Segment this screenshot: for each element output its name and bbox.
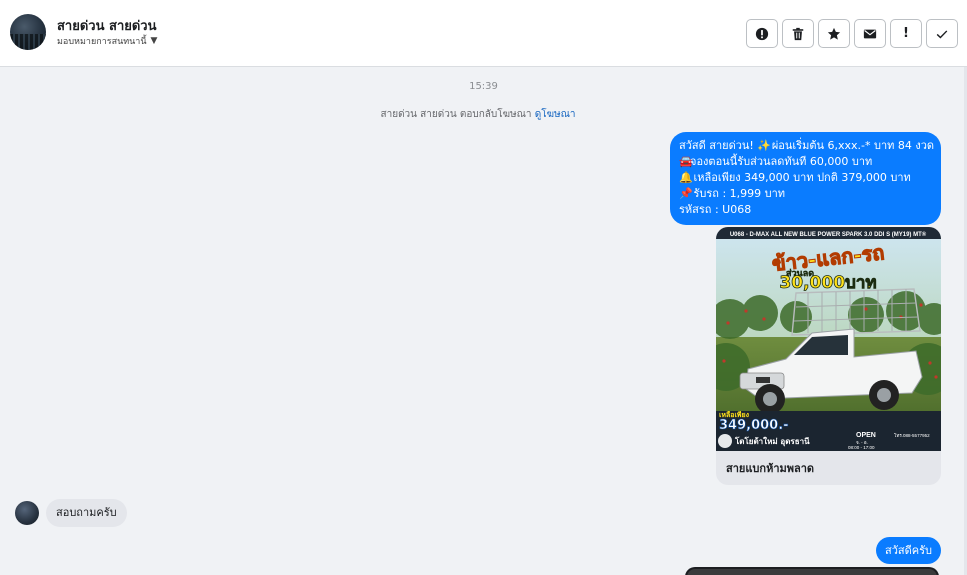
star-button[interactable] (818, 19, 850, 48)
star-icon (827, 27, 841, 40)
message-line: 📌 รับรถ : 1,999 บาท (679, 187, 786, 200)
exclamation-icon: ! (903, 26, 909, 41)
check-icon (936, 29, 948, 38)
message-line: รหัสรถ : U068 (679, 203, 752, 216)
ad-card[interactable]: U068 - D-MAX ALL NEW BLUE POWER SPARK 3.… (716, 227, 941, 485)
outgoing-message[interactable]: สวัสดีครับ (876, 537, 941, 564)
truck-ad-illustration: U068 - D-MAX ALL NEW BLUE POWER SPARK 3.… (716, 227, 941, 451)
ad-open-hours: 08:00 - 17:00 (848, 445, 875, 450)
alert-circle-icon (755, 27, 769, 40)
caret-down-icon: ▼ (150, 36, 158, 46)
mark-unread-button[interactable] (854, 19, 886, 48)
ad-phone: โทร.088-5577952 (894, 432, 930, 438)
incoming-message[interactable]: สอบถามครับ (46, 499, 127, 527)
ad-reply-notice: สายด่วน สายด่วน ตอบกลับโฆษณา ดูโฆษณา (0, 107, 956, 122)
follow-up-button[interactable]: ! (890, 19, 922, 48)
ad-open-label: OPEN (856, 432, 876, 439)
sparkles-icon: ✨ (757, 139, 772, 152)
envelope-icon (863, 29, 877, 38)
contact-avatar-small[interactable] (15, 501, 39, 525)
car-icon: 🚘 (679, 155, 693, 168)
message-timestamp: 15:39 (469, 81, 498, 92)
contact-avatar[interactable] (10, 14, 46, 50)
spam-button[interactable] (746, 19, 778, 48)
ad-dealer: โตโยต้าใหม่ อุดรธานี (734, 436, 810, 447)
message-line: 🔔 เหลือเพียง 349,000 บาท ปกติ 379,000 บา… (679, 171, 911, 184)
conversation-header: สายด่วน สายด่วน มอบหมายการสนทนานี้ ▼ ! (0, 0, 967, 67)
outgoing-ad-message[interactable]: สวัสดี สายด่วน! ✨ ผ่อนเริ่มต้น 6,xxx.-* … (670, 132, 941, 225)
conversation-toolbar: ! (746, 19, 958, 48)
next-attachment-preview[interactable] (685, 567, 939, 575)
delete-button[interactable] (782, 19, 814, 48)
view-ad-link[interactable]: ดูโฆษณา (535, 109, 576, 120)
contact-name[interactable]: สายด่วน สายด่วน (57, 15, 157, 36)
ad-price: 349,000.- (719, 418, 789, 433)
ad-image[interactable]: U068 - D-MAX ALL NEW BLUE POWER SPARK 3.… (716, 227, 941, 451)
trash-icon (792, 27, 804, 40)
message-line: 🚘จองตอนนี้รับส่วนลดทันที 60,000 บาท (679, 155, 873, 168)
ad-discount-value: 30,000บาท (779, 273, 876, 293)
ad-top-banner: U068 - D-MAX ALL NEW BLUE POWER SPARK 3.… (730, 231, 927, 238)
message-thread[interactable]: 15:39 สายด่วน สายด่วน ตอบกลับโฆษณา ดูโฆษ… (0, 67, 967, 575)
ad-reply-text: สายด่วน สายด่วน ตอบกลับโฆษณา (380, 109, 532, 120)
ad-card-title: สายแบกห้ามพลาด (726, 462, 815, 475)
assign-conversation-dropdown[interactable]: มอบหมายการสนทนานี้ ▼ (57, 34, 157, 48)
message-line: สวัสดี สายด่วน! ✨ ผ่อนเริ่มต้น 6,xxx.-* … (679, 139, 935, 152)
bell-icon: 🔔 (679, 171, 693, 184)
done-button[interactable] (926, 19, 958, 48)
assign-label: มอบหมายการสนทนานี้ (57, 37, 147, 47)
pushpin-icon: 📌 (679, 187, 693, 200)
